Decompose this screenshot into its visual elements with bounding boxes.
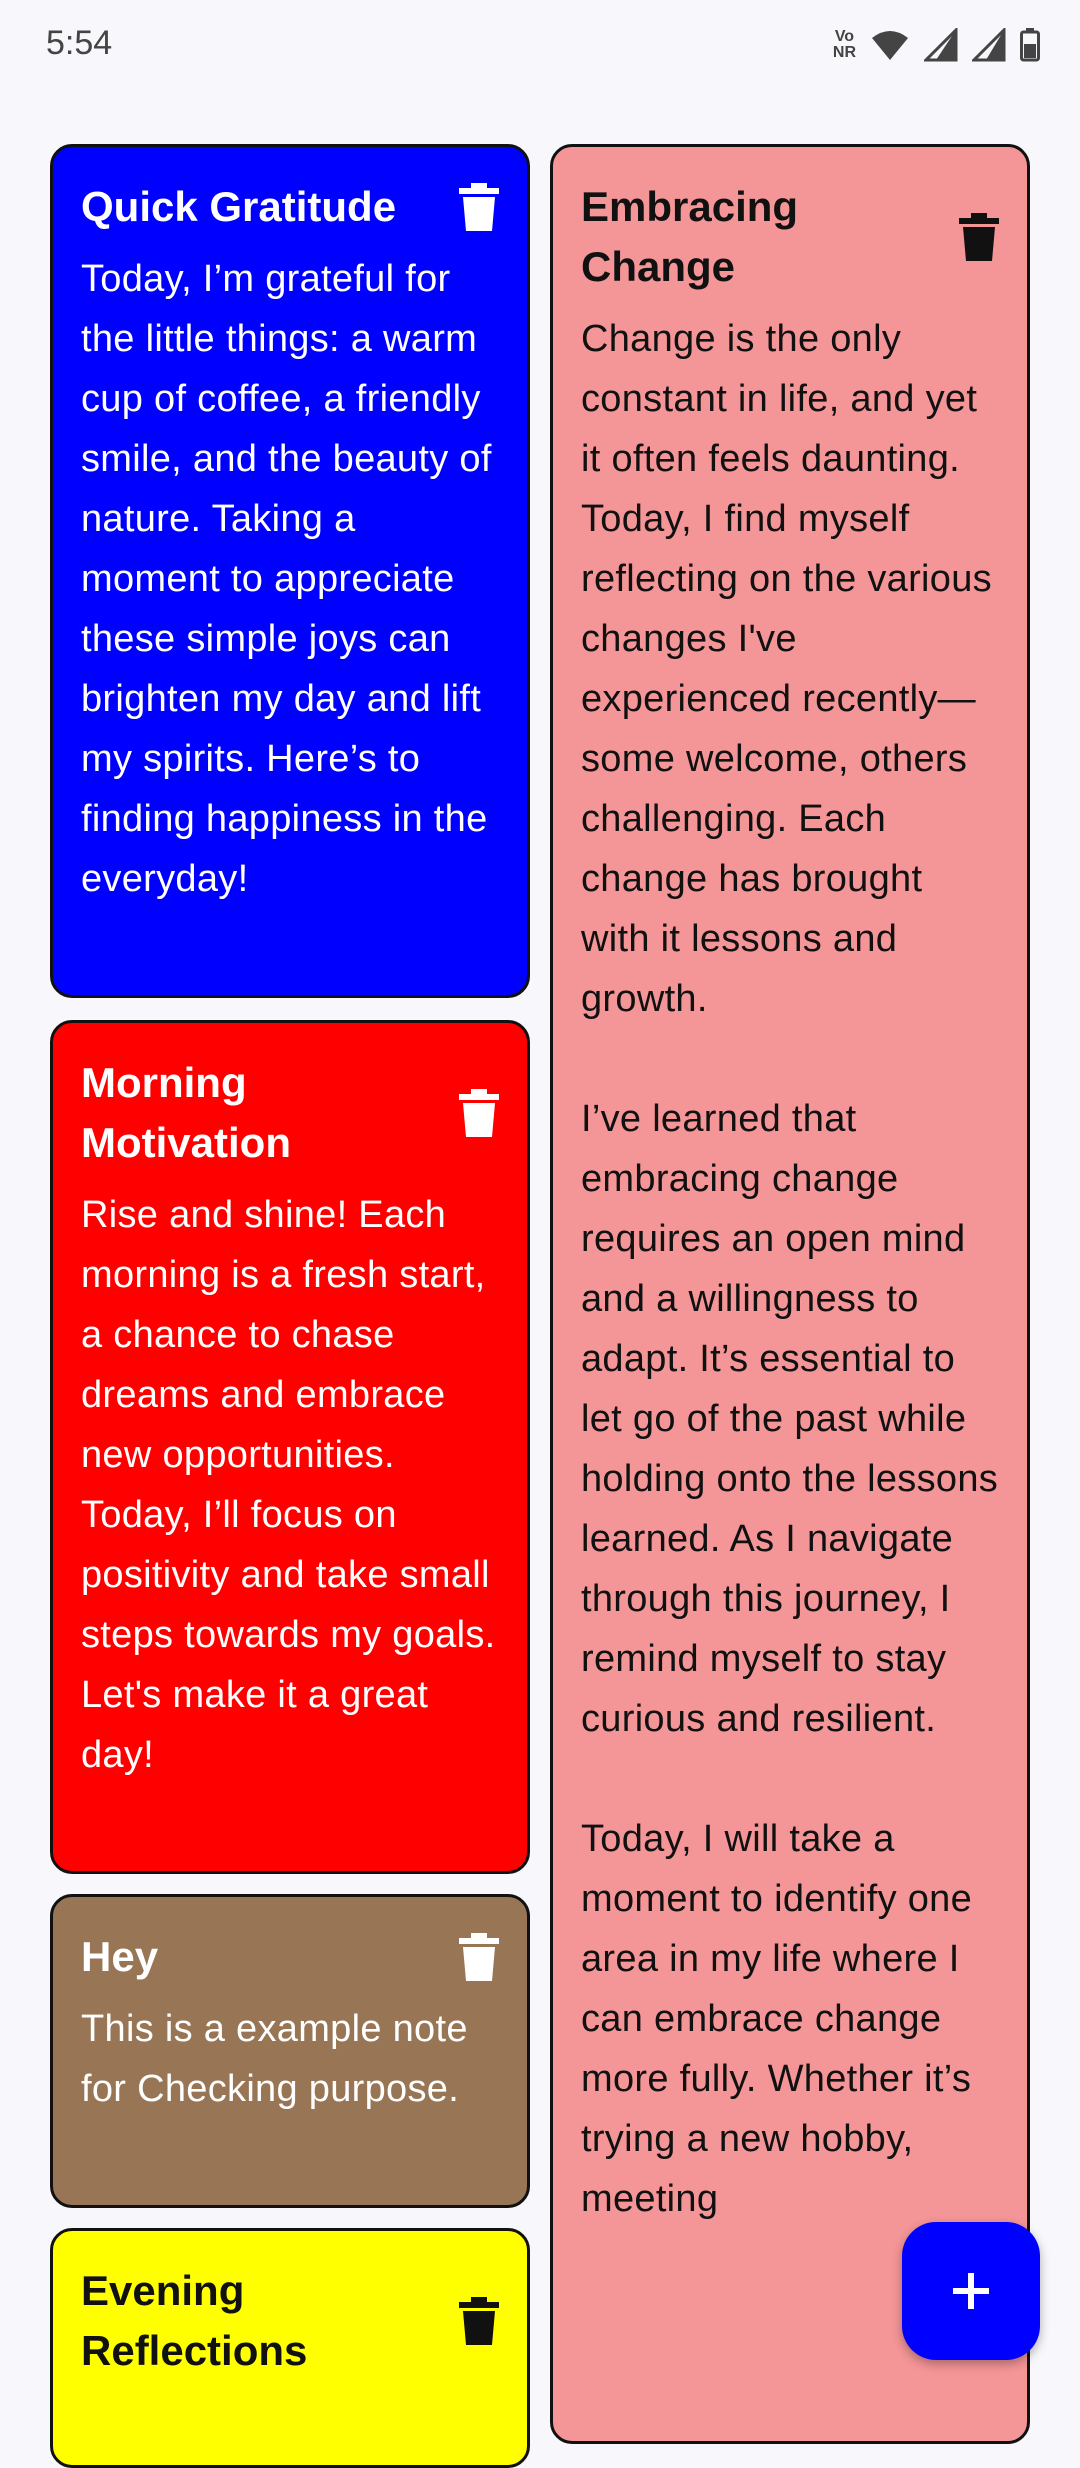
note-title: Morning Motivation <box>81 1059 291 1166</box>
note-body: Today, I’m grateful for the little thing… <box>81 258 492 900</box>
trash-icon[interactable] <box>459 1933 499 1981</box>
status-icons: Vo NR <box>833 28 1040 62</box>
note-title: Quick Gratitude <box>81 183 397 230</box>
battery-icon <box>1020 28 1040 62</box>
note-header: Embracing Change <box>581 177 999 297</box>
note-header: Evening Reflections <box>81 2261 499 2381</box>
plus-icon <box>953 2273 989 2309</box>
signal-icon-2 <box>972 28 1006 62</box>
note-header: Hey <box>81 1927 499 1987</box>
trash-icon[interactable] <box>959 213 999 261</box>
note-title: Hey <box>81 1933 159 1980</box>
note-header: Morning Motivation <box>81 1053 499 1173</box>
volte-indicator: Vo NR <box>832 28 856 61</box>
note-body: This is a example note for Checking purp… <box>81 2008 468 2110</box>
note-title: Evening Reflections <box>81 2267 308 2374</box>
note-card[interactable]: Quick Gratitude Today, I’m grateful for … <box>50 144 530 998</box>
note-body: Rise and shine! Each morning is a fresh … <box>81 1194 496 1776</box>
note-card[interactable]: Embracing Change Change is the only cons… <box>550 144 1030 2444</box>
note-body: Change is the only constant in life, and… <box>581 318 999 2220</box>
signal-icon <box>924 28 958 62</box>
trash-icon[interactable] <box>459 2297 499 2345</box>
note-header: Quick Gratitude <box>81 177 499 237</box>
note-card[interactable]: Morning Motivation Rise and shine! Each … <box>50 1020 530 1874</box>
note-card[interactable]: Evening Reflections <box>50 2228 530 2468</box>
note-card[interactable]: Hey This is a example note for Checking … <box>50 1894 530 2208</box>
status-time: 5:54 <box>46 24 113 62</box>
trash-icon[interactable] <box>459 1089 499 1137</box>
note-title: Embracing Change <box>581 183 799 290</box>
trash-icon[interactable] <box>459 183 499 231</box>
wifi-icon <box>872 31 908 60</box>
add-note-button[interactable] <box>902 2222 1040 2360</box>
status-bar: 5:54 Vo NR <box>0 0 1080 92</box>
